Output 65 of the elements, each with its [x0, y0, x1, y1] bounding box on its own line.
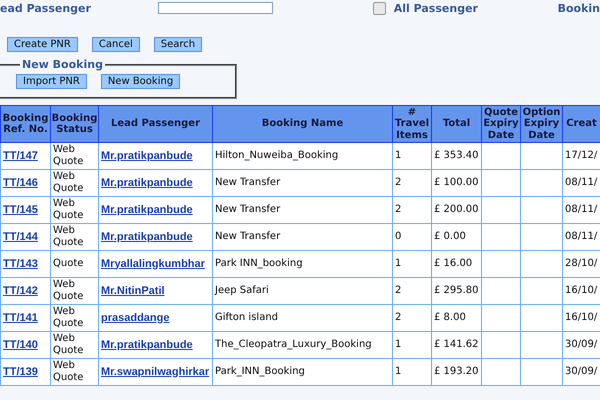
table-cell: The_Cleopatra_Luxury_Booking [212, 332, 392, 358]
table-cell: Jeep Safari [212, 278, 392, 304]
table-cell: New Transfer [212, 196, 392, 224]
table-cell: 28/10/ [562, 250, 600, 278]
column-header[interactable]: Total [432, 106, 482, 142]
table-cell: 17/12/ [562, 142, 600, 170]
table-cell: 1 [392, 250, 432, 278]
all-passenger-label: All Passenger [394, 2, 479, 14]
table-cell-text: Web Quote [53, 360, 84, 384]
column-header[interactable]: # Travel Items [392, 106, 432, 142]
new-booking-button[interactable]: New Booking [100, 74, 180, 89]
column-header[interactable]: Booking Status [50, 106, 98, 142]
table-cell-text: Web Quote [53, 144, 84, 168]
column-header[interactable]: Option Expiry Date [520, 106, 562, 142]
column-header[interactable]: Lead Passenger [98, 106, 212, 142]
table-cell: £ 0.00 [432, 224, 482, 250]
table-cell: 30/09/ [562, 358, 600, 386]
column-header[interactable]: Booking Name [212, 106, 392, 142]
table-cell-text: Web Quote [53, 198, 84, 222]
table-cell: £ 193.20 [432, 358, 482, 386]
table-cell: £ 8.00 [432, 304, 482, 332]
column-header[interactable]: Booking Ref. No. [0, 106, 50, 142]
new-booking-legend: New Booking [20, 58, 105, 71]
table-cell: 1 [392, 332, 432, 358]
table-cell: £ 295.80 [432, 278, 482, 304]
lead-passenger-field[interactable] [158, 2, 273, 14]
table-cell: £ 353.40 [432, 142, 482, 170]
table-cell: 2 [392, 278, 432, 304]
table-cell-text: Web Quote [53, 279, 84, 303]
table-cell: 1 [392, 142, 432, 170]
action-button[interactable]: Create PNR [7, 37, 78, 52]
action-button[interactable]: Cancel [92, 37, 140, 52]
table-cell: £ 141.62 [432, 332, 482, 358]
table-cell-text: Quote [53, 258, 84, 270]
table-cell: 0 [392, 224, 432, 250]
all-passenger-checkbox[interactable] [373, 2, 386, 14]
lead-passenger-label: ead Passenger [0, 2, 92, 14]
table-cell: Gifton island [212, 304, 392, 332]
table-cell: 16/10/ [562, 304, 600, 332]
table-cell: £ 100.00 [432, 170, 482, 196]
table-cell: 08/11/ [562, 224, 600, 250]
table-cell-text: Web Quote [53, 333, 84, 357]
table-cell: Park_INN_Booking [212, 358, 392, 386]
table-cell: 30/09/ [562, 332, 600, 358]
new-booking-button[interactable]: Import PNR [16, 74, 87, 89]
table-cell: 2 [392, 196, 432, 224]
table-cell: 1 [392, 358, 432, 386]
table-cell: New Transfer [212, 224, 392, 250]
table-cell: 08/11/ [562, 170, 600, 196]
table-cell-text: Web Quote [53, 171, 84, 195]
table-cell: £ 200.00 [432, 196, 482, 224]
table-cell: New Transfer [212, 170, 392, 196]
table-cell-text: Web Quote [53, 306, 84, 330]
table-cell-text: Web Quote [53, 225, 84, 249]
table-cell: Hilton_Nuweiba_Booking [212, 142, 392, 170]
table-cell: 16/10/ [562, 278, 600, 304]
column-header[interactable]: Creat [562, 106, 600, 142]
booking-label: Bookin [558, 2, 600, 14]
table-cell: Park INN_booking [212, 250, 392, 278]
table-cell: £ 16.00 [432, 250, 482, 278]
table-cell: 2 [392, 170, 432, 196]
action-button[interactable]: Search [154, 37, 202, 52]
column-header[interactable]: Quote Expiry Date [482, 106, 520, 142]
table-cell: 08/11/ [562, 196, 600, 224]
table-cell: 2 [392, 304, 432, 332]
